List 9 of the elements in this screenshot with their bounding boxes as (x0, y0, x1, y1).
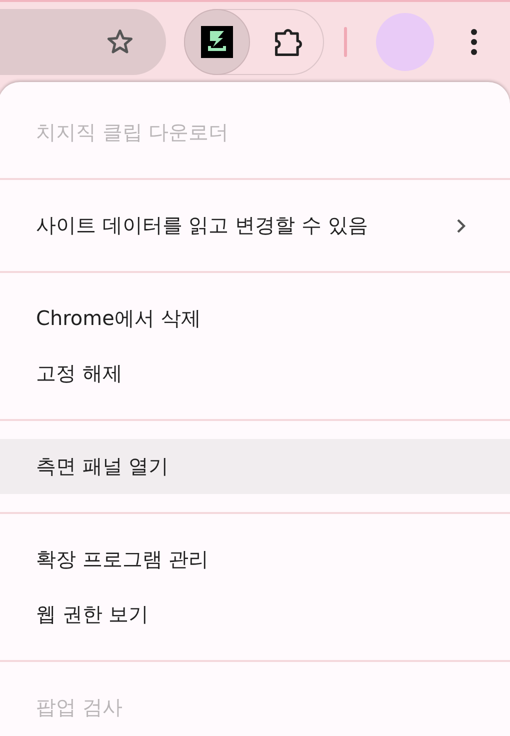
chevron-right-icon (456, 218, 466, 234)
menu-header: 치지직 클립 다운로더 (35, 119, 230, 146)
menu-item[interactable]: 고정 해제 (0, 346, 510, 401)
menu-item[interactable]: 측면 패널 열기 (0, 439, 510, 494)
menu-item[interactable]: 확장 프로그램 관리 (0, 532, 510, 587)
menu-icon[interactable] (470, 27, 478, 57)
menu-item[interactable]: 웹 권한 보기 (0, 587, 510, 642)
menu-item[interactable]: Chrome에서 삭제 (0, 291, 510, 346)
menu-item[interactable]: 사이트 데이터를 읽고 변경할 수 있음 (0, 198, 510, 253)
